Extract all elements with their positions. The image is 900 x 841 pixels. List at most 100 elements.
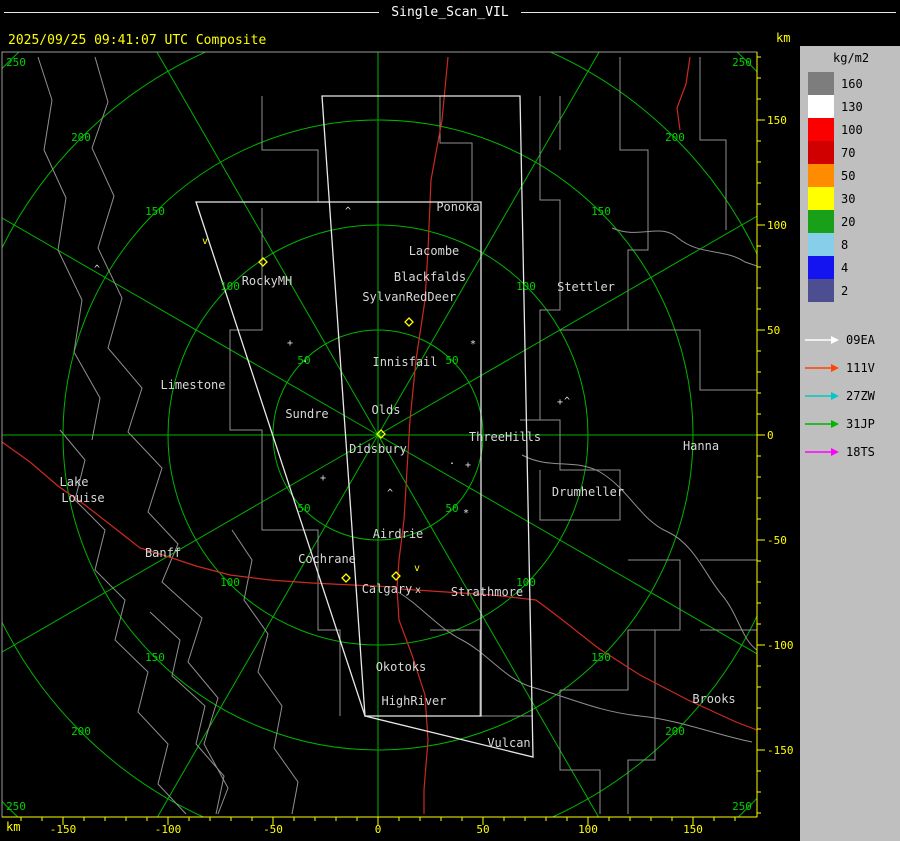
scale-swatch xyxy=(808,256,834,279)
ring-distance-label: 50 xyxy=(297,502,310,515)
radar-arrow-icon xyxy=(805,336,839,344)
scale-swatch xyxy=(808,279,834,302)
radar-arrow-icon xyxy=(805,420,839,428)
map-marker: + xyxy=(465,460,471,471)
radar-legend-row: 111V xyxy=(804,354,900,382)
ring-distance-label: 100 xyxy=(220,576,240,589)
radar-id-label: 18TS xyxy=(846,445,875,459)
ring-distance-label: 250 xyxy=(6,56,26,69)
radar-id-label: 09EA xyxy=(846,333,875,347)
map-marker: v xyxy=(202,236,208,247)
place-label: Airdrie xyxy=(373,527,424,541)
map-canvas[interactable]: 50 5050 50100 100100 100150 150150 150200 20020… xyxy=(0,0,900,841)
scale-value: 2 xyxy=(841,283,849,298)
axis-tick-label: 100 xyxy=(578,823,598,836)
axis-tick-label: -150 xyxy=(767,744,794,757)
map-marker: x xyxy=(415,585,421,596)
place-label: Calgary xyxy=(362,582,413,596)
axis-tick-label: 150 xyxy=(767,114,787,127)
scale-value: 50 xyxy=(841,168,856,183)
axis-tick-label: 150 xyxy=(683,823,703,836)
scale-swatch xyxy=(808,95,834,118)
ring-distance-label: 100 xyxy=(516,280,536,293)
ring-distance-label: 200 xyxy=(665,725,685,738)
place-label: Didsbury xyxy=(349,442,407,456)
scale-row: 20 xyxy=(808,210,900,233)
scale-row: 160 xyxy=(808,72,900,95)
place-label: Innisfail xyxy=(372,355,437,369)
axis-tick-label: -100 xyxy=(155,823,182,836)
radar-legend: 09EA 111V 27ZW 31JP 18TS xyxy=(800,326,900,466)
scale-row: 130 xyxy=(808,95,900,118)
scale-row: 2 xyxy=(808,279,900,302)
scale-swatch xyxy=(808,187,834,210)
map-marker: + xyxy=(320,473,326,484)
place-label: Stettler xyxy=(557,280,615,294)
scale-row: 70 xyxy=(808,141,900,164)
color-scale: 160 130 100 70 50 30 20 8 4 2 xyxy=(800,72,900,302)
map-marker: ^ xyxy=(564,396,570,407)
place-label: Ponoka xyxy=(436,200,479,214)
ring-distance-label: 200 xyxy=(665,131,685,144)
place-label: Sundre xyxy=(285,407,328,421)
map-marker: . xyxy=(302,354,308,365)
place-label: Olds xyxy=(372,403,401,417)
scale-swatch xyxy=(808,141,834,164)
arrow-head xyxy=(831,448,839,456)
radar-arrow-icon xyxy=(805,364,839,372)
place-label: Banff xyxy=(145,546,181,560)
scale-row: 4 xyxy=(808,256,900,279)
scale-value: 4 xyxy=(841,260,849,275)
axis-tick-label: 50 xyxy=(476,823,489,836)
bottom-axis: -150 -100 -50 0 50 100 150 xyxy=(2,816,757,836)
map-marker: . xyxy=(449,456,455,467)
arrow-head xyxy=(831,392,839,400)
scale-swatch xyxy=(808,72,834,95)
radar-legend-row: 31JP xyxy=(804,410,900,438)
radar-id-label: 111V xyxy=(846,361,875,375)
place-label: Brooks xyxy=(692,692,735,706)
map-marker: ^ xyxy=(345,206,351,217)
map-marker: * xyxy=(470,339,476,350)
scale-unit-label: kg/m2 xyxy=(833,51,870,65)
axis-tick-label: 0 xyxy=(375,823,382,836)
axis-tick-label: -50 xyxy=(767,534,787,547)
map-marker: v xyxy=(414,563,420,574)
scale-row: 50 xyxy=(808,164,900,187)
place-label: Cochrane xyxy=(298,552,356,566)
ring-distance-label: 150 xyxy=(145,651,165,664)
radar-arrow-icon xyxy=(805,448,839,456)
axis-tick-label: -150 xyxy=(50,823,77,836)
map-marker: ^ xyxy=(94,264,100,275)
ring-distance-label: 150 xyxy=(591,205,611,218)
radar-legend-row: 27ZW xyxy=(804,382,900,410)
scale-value: 30 xyxy=(841,191,856,206)
place-label: HighRiver xyxy=(381,694,446,708)
place-label: ThreeHills xyxy=(469,430,541,444)
place-label: RedDeer xyxy=(406,290,457,304)
place-label: Hanna xyxy=(683,439,719,453)
scale-swatch xyxy=(808,164,834,187)
ring-distance-label: 250 xyxy=(6,800,26,813)
scale-row: 30 xyxy=(808,187,900,210)
place-label: RockyMH xyxy=(242,274,293,288)
ring-distance-label: 150 xyxy=(591,651,611,664)
ring-distance-label: 150 xyxy=(145,205,165,218)
place-label: Strathmore xyxy=(451,585,523,599)
ring-distance-label: 250 xyxy=(732,800,752,813)
place-label: Blackfalds xyxy=(394,270,466,284)
place-label: Vulcan xyxy=(487,736,530,750)
right-axis: 150 100 50 0 -50 -100 -150 xyxy=(756,52,794,817)
scale-row: 8 xyxy=(808,233,900,256)
ring-distance-label: 50 xyxy=(445,354,458,367)
radar-id-label: 31JP xyxy=(846,417,875,431)
map-marker: ^ xyxy=(387,488,393,499)
place-label: Sylvan xyxy=(362,290,405,304)
arrow-head xyxy=(831,420,839,428)
scale-value: 70 xyxy=(841,145,856,160)
scale-swatch xyxy=(808,118,834,141)
scale-swatch xyxy=(808,210,834,233)
scale-value: 130 xyxy=(841,99,863,114)
place-label: Okotoks xyxy=(376,660,427,674)
axis-tick-label: 50 xyxy=(767,324,780,337)
